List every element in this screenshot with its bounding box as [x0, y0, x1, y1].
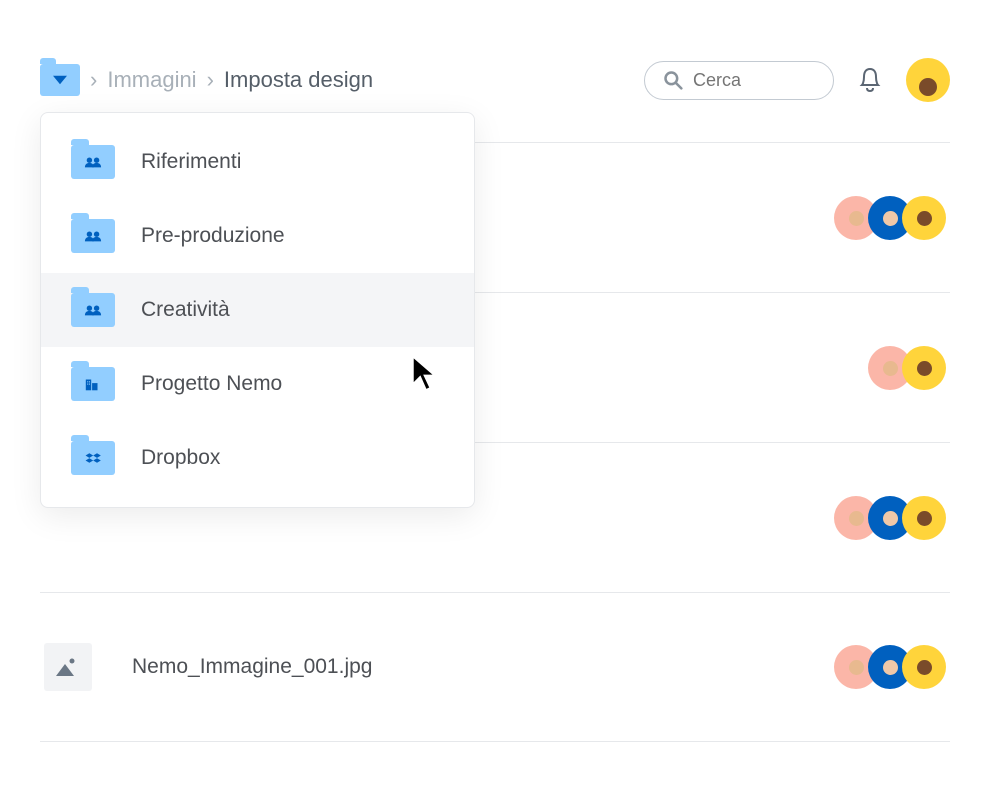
shared-avatars [834, 645, 946, 689]
dropdown-item-label: Riferimenti [141, 150, 241, 174]
image-file-icon [44, 643, 92, 691]
cursor-icon [410, 355, 442, 393]
breadcrumb-separator-icon: › [90, 67, 97, 93]
dropdown-item-label: Dropbox [141, 446, 220, 470]
avatar [902, 496, 946, 540]
breadcrumb-current: Imposta design [224, 67, 373, 93]
dropbox-folder-icon [71, 441, 115, 475]
file-row[interactable]: Nemo_Immagine_001.jpg [40, 592, 950, 742]
dropdown-item-riferimenti[interactable]: Riferimenti [41, 125, 474, 199]
bell-icon [858, 67, 882, 93]
file-name: Nemo_Immagine_001.jpg [132, 655, 372, 679]
dropdown-item-label: Progetto Nemo [141, 372, 282, 396]
dropdown-item-creativita[interactable]: Creatività [41, 273, 474, 347]
search-input[interactable] [693, 70, 815, 91]
folder-dropdown-menu: Riferimenti Pre-produzione Creatività Pr… [40, 112, 475, 508]
account-avatar[interactable] [906, 58, 950, 102]
avatar [902, 645, 946, 689]
breadcrumb-parent[interactable]: Immagini [107, 67, 196, 93]
shared-folder-icon [71, 293, 115, 327]
avatar [902, 346, 946, 390]
shared-folder-icon [71, 219, 115, 253]
search-icon [663, 70, 683, 90]
top-bar: › Immagini › Imposta design [0, 0, 990, 102]
avatar [902, 196, 946, 240]
dropdown-item-dropbox[interactable]: Dropbox [41, 421, 474, 495]
notifications-button[interactable] [856, 67, 884, 93]
shared-avatars [868, 346, 946, 390]
shared-folder-icon [71, 145, 115, 179]
chevron-down-icon [53, 73, 67, 87]
team-folder-icon [71, 367, 115, 401]
search-field[interactable] [644, 61, 834, 100]
breadcrumb-separator-icon: › [207, 67, 214, 93]
breadcrumb: › Immagini › Imposta design [40, 64, 632, 96]
shared-avatars [834, 196, 946, 240]
dropdown-item-label: Pre-produzione [141, 224, 285, 248]
dropdown-item-label: Creatività [141, 298, 230, 322]
folder-dropdown-trigger[interactable] [40, 64, 80, 96]
shared-avatars [834, 496, 946, 540]
dropdown-item-preproduzione[interactable]: Pre-produzione [41, 199, 474, 273]
